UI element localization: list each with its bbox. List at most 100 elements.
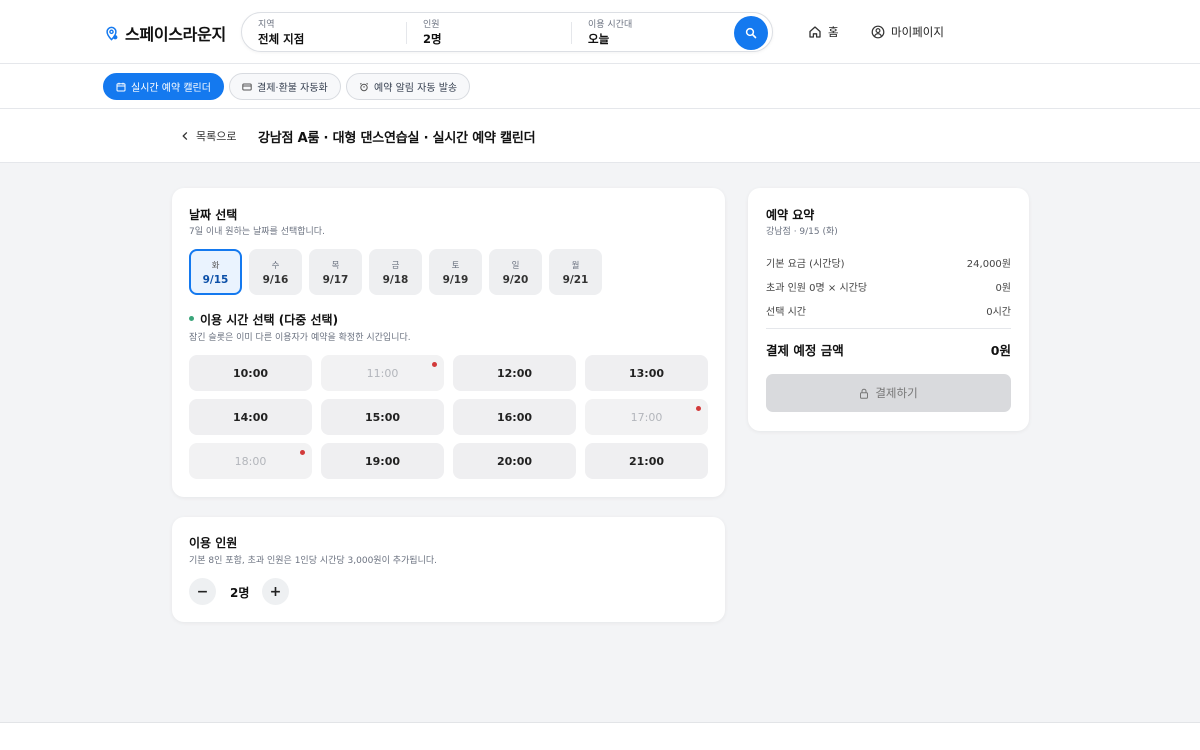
region-label: 지역 <box>258 20 275 30</box>
time-field[interactable]: 이용 시간대 오늘 <box>588 19 632 47</box>
tab-label: 예약 알림 자동 발송 <box>374 83 458 94</box>
decrement-button[interactable]: − <box>189 578 216 605</box>
location-pin-icon <box>106 26 118 41</box>
top-navbar: 스페이스라운지 지역 전체 지점 인원 2명 이용 시간대 오늘 홈 마이페이지 <box>0 0 1200 64</box>
time-value: 오늘 <box>588 32 610 46</box>
summary-divider <box>766 328 1011 329</box>
time-slot[interactable]: 14:00 <box>189 399 312 435</box>
people-value: 2명 <box>423 32 442 46</box>
alarm-icon <box>359 82 369 91</box>
summary-title: 예약 요약 <box>766 208 815 222</box>
date-chip-date: 9/20 <box>502 273 529 286</box>
time-slot-label: 20:00 <box>496 454 532 468</box>
locked-indicator-dot <box>300 450 305 455</box>
time-slot[interactable]: 15:00 <box>321 399 444 435</box>
nav-mypage-label: 마이페이지 <box>891 25 944 39</box>
locked-indicator-dot <box>432 362 437 367</box>
people-section-title: 이용 인원 <box>189 536 238 550</box>
time-slot-label: 21:00 <box>628 454 664 468</box>
logo[interactable]: 스페이스라운지 <box>104 21 226 45</box>
search-icon <box>745 27 757 39</box>
total-label: 결제 예정 금액 <box>766 343 844 358</box>
time-slot-label: 15:00 <box>364 410 400 424</box>
summary-row: 선택 시간 0시간 <box>766 303 1011 318</box>
time-slot[interactable]: 13:00 <box>585 355 708 391</box>
tab-realtime-calendar[interactable]: 실시간 예약 캘린더 <box>103 73 224 100</box>
summary-card: 예약 요약 강남점 · 9/15 (화) 기본 요금 (시간당) 24,000원… <box>748 188 1029 431</box>
date-chip[interactable]: 금 9/18 <box>369 249 422 295</box>
summary-row-label: 초과 인원 0명 × 시간당 <box>766 283 868 294</box>
increment-button[interactable]: + <box>262 578 289 605</box>
user-circle-icon <box>871 25 885 39</box>
time-slot[interactable]: 12:00 <box>453 355 576 391</box>
summary-row-value: 24,000원 <box>966 259 1011 270</box>
date-chip[interactable]: 목 9/17 <box>309 249 362 295</box>
date-chip-weekday: 금 <box>391 260 400 271</box>
time-slot-label: 10:00 <box>232 366 268 380</box>
search-bar[interactable]: 지역 전체 지점 인원 2명 이용 시간대 오늘 <box>241 12 773 52</box>
status-dot <box>189 316 194 321</box>
date-chip[interactable]: 토 9/19 <box>429 249 482 295</box>
date-chip-date: 9/17 <box>322 273 349 286</box>
logo-text: 스페이스라운지 <box>125 25 226 44</box>
time-slot-label: 11:00 <box>366 366 399 380</box>
feature-tab-bar: 실시간 예약 캘린더 결제·환불 자동화 예약 알림 자동 발송 <box>0 64 1200 109</box>
search-button[interactable] <box>734 16 768 50</box>
region-field[interactable]: 지역 전체 지점 <box>258 19 304 47</box>
date-chip-weekday: 토 <box>451 260 460 271</box>
time-slot-label: 18:00 <box>234 454 267 468</box>
date-chip-date: 9/16 <box>262 273 289 286</box>
home-icon <box>809 26 821 38</box>
date-chip-weekday: 화 <box>211 260 220 271</box>
time-slot[interactable]: 16:00 <box>453 399 576 435</box>
tab-booking-alert[interactable]: 예약 알림 자동 발송 <box>346 73 471 100</box>
time-section-title: 이용 시간 선택 (다중 선택) <box>200 313 339 327</box>
date-chip[interactable]: 수 9/16 <box>249 249 302 295</box>
nav-mypage[interactable]: 마이페이지 <box>871 24 944 40</box>
back-link[interactable]: 목록으로 <box>180 128 236 144</box>
time-slot-label: 19:00 <box>364 454 400 468</box>
date-chip-weekday: 월 <box>571 260 580 271</box>
date-section-desc: 7일 이내 원하는 날짜를 선택합니다. <box>189 227 325 237</box>
summary-row-value: 0원 <box>995 283 1011 294</box>
time-slot-locked: 11:00 <box>321 355 444 391</box>
time-slot-locked: 18:00 <box>189 443 312 479</box>
pay-button[interactable]: 결제하기 <box>766 374 1011 412</box>
people-field[interactable]: 인원 2명 <box>423 19 442 47</box>
date-chip[interactable]: 일 9/20 <box>489 249 542 295</box>
summary-row-label: 기본 요금 (시간당) <box>766 259 845 270</box>
date-chip[interactable]: 월 9/21 <box>549 249 602 295</box>
summary-row-label: 선택 시간 <box>766 307 806 318</box>
page-title: 강남점 A룸 · 대형 댄스연습실 · 실시간 예약 캘린더 <box>258 131 536 146</box>
tab-label: 결제·환불 자동화 <box>257 83 328 94</box>
people-label: 인원 <box>423 20 440 30</box>
pay-button-label: 결제하기 <box>875 386 918 400</box>
footer <box>0 723 1200 750</box>
time-slot[interactable]: 10:00 <box>189 355 312 391</box>
chevron-left-icon <box>182 132 188 140</box>
date-chip-weekday: 일 <box>511 260 520 271</box>
back-label: 목록으로 <box>196 130 237 143</box>
time-slot[interactable]: 19:00 <box>321 443 444 479</box>
total-row: 결제 예정 금액 0원 <box>766 340 1011 359</box>
tab-payment-refund[interactable]: 결제·환불 자동화 <box>229 73 341 100</box>
nav-home-label: 홈 <box>828 25 839 39</box>
people-count: 2명 <box>230 586 250 600</box>
search-divider <box>571 22 572 44</box>
summary-row: 기본 요금 (시간당) 24,000원 <box>766 255 1011 270</box>
summary-subtitle: 강남점 · 9/15 (화) <box>766 227 838 237</box>
time-slot[interactable]: 20:00 <box>453 443 576 479</box>
lock-icon <box>860 388 869 399</box>
tab-label: 실시간 예약 캘린더 <box>131 83 211 94</box>
people-card: 이용 인원 기본 8인 포함, 초과 인원은 1인당 시간당 3,000원이 추… <box>172 517 725 622</box>
title-bar: 목록으로 강남점 A룸 · 대형 댄스연습실 · 실시간 예약 캘린더 <box>0 109 1200 163</box>
time-slot[interactable]: 21:00 <box>585 443 708 479</box>
total-value: 0원 <box>990 343 1011 358</box>
time-slot-label: 14:00 <box>232 410 268 424</box>
time-slot-locked: 17:00 <box>585 399 708 435</box>
nav-home[interactable]: 홈 <box>808 24 839 40</box>
date-section-title: 날짜 선택 <box>189 208 238 222</box>
locked-indicator-dot <box>696 406 701 411</box>
date-chip[interactable]: 화 9/15 <box>189 249 242 295</box>
time-section-desc: 잠긴 슬롯은 이미 다른 이용자가 예약을 확정한 시간입니다. <box>189 333 411 343</box>
